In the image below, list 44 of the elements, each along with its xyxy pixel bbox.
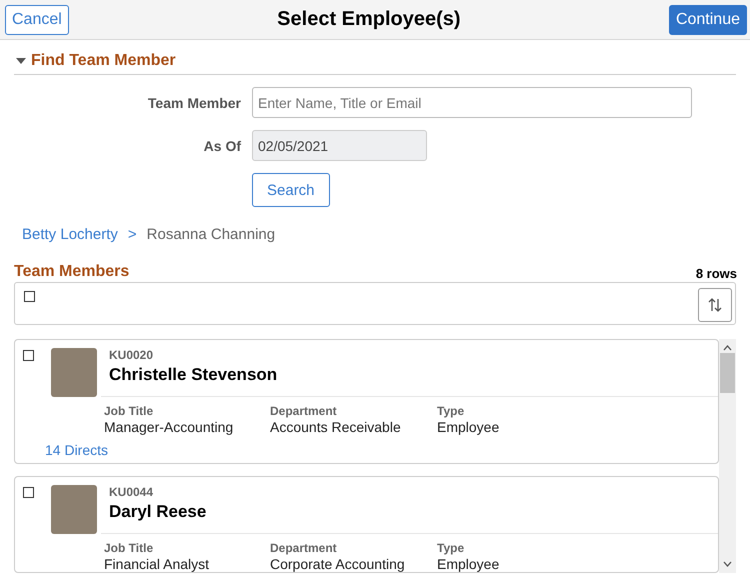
scrollbar[interactable] xyxy=(719,339,736,573)
detail-label: Type xyxy=(437,541,466,555)
scroll-up-icon[interactable] xyxy=(723,345,732,351)
detail-value: Employee xyxy=(437,556,500,572)
detail-label: Job Title xyxy=(104,404,154,418)
checkbox[interactable] xyxy=(23,350,34,361)
employee-id: KU0044 xyxy=(109,485,154,499)
scroll-thumb[interactable] xyxy=(720,353,735,393)
breadcrumb-separator: > xyxy=(128,226,137,243)
breadcrumb-current: Rosanna Channing xyxy=(146,226,276,243)
section-title: Team Members xyxy=(14,263,130,281)
breadcrumb-link[interactable]: Betty Locherty xyxy=(22,226,118,243)
detail-label: Type xyxy=(437,404,466,418)
employee-name: Daryl Reese xyxy=(109,502,208,523)
scroll-down-icon[interactable] xyxy=(723,561,732,567)
employee-name: Christelle Stevenson xyxy=(109,365,278,386)
section-title: Find Team Member xyxy=(31,52,176,70)
cancel-button[interactable]: Cancel xyxy=(5,4,69,34)
detail-value: Corporate Accounting xyxy=(270,556,406,572)
detail-value: Manager-Accounting xyxy=(104,419,234,435)
sort-button[interactable] xyxy=(698,288,732,322)
detail-label: Job Title xyxy=(104,541,154,555)
checkbox[interactable] xyxy=(23,487,34,498)
sort-arrows-icon xyxy=(707,297,723,313)
employee-id: KU0020 xyxy=(109,348,154,362)
detail-value: Employee xyxy=(437,419,500,435)
search-input-field[interactable]: Enter Name, Title or Email xyxy=(252,87,692,118)
row-count: 8 rows xyxy=(696,266,737,281)
detail-value: Financial Analyst xyxy=(104,556,210,572)
directs-link[interactable]: 14 Directs xyxy=(45,442,108,458)
field-label: As Of xyxy=(202,138,241,154)
search-button[interactable]: Search xyxy=(252,173,330,207)
detail-value: Accounts Receivable xyxy=(270,419,402,435)
page-title: Select Employee(s) xyxy=(277,8,461,31)
detail-label: Department xyxy=(270,404,338,418)
photo-placeholder xyxy=(51,348,97,397)
employee-card[interactable]: KU0044 Daryl Reese Job Title Financial Analyst Department Corporate Accounting Type Employee xyxy=(14,476,719,573)
checkbox[interactable] xyxy=(24,291,35,302)
field-label: Team Member xyxy=(146,94,241,110)
detail-label: Department xyxy=(270,541,338,555)
continue-button[interactable]: Continue xyxy=(668,4,747,34)
photo-placeholder xyxy=(51,485,97,534)
employee-card[interactable]: KU0020 Christelle Stevenson Job Title Manager-Accounting Department Accounts Receivable Type Employee 14 Directs xyxy=(14,339,719,464)
collapse-triangle-icon[interactable] xyxy=(16,58,26,64)
